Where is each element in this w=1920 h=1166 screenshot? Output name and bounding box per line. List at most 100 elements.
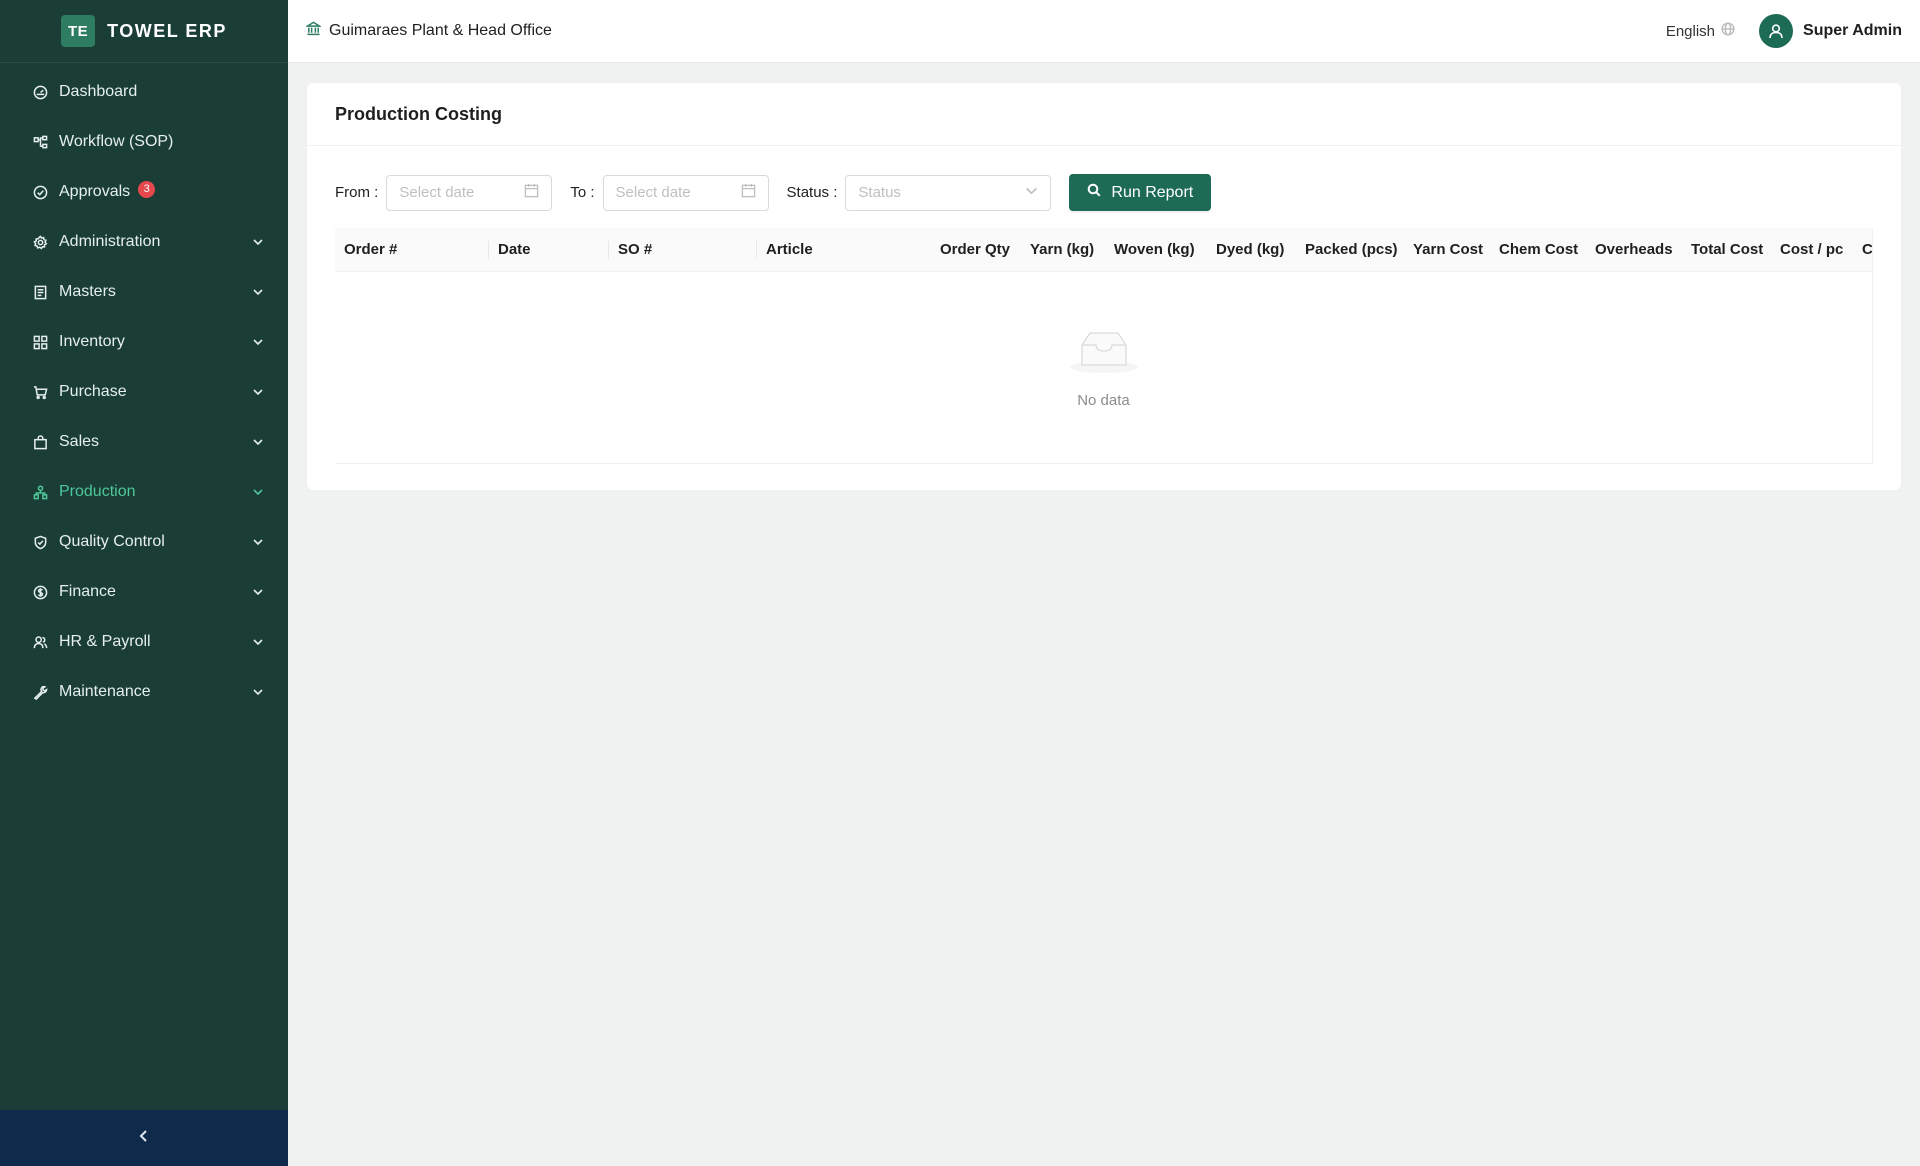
sidebar-item-label: Workflow (SOP) (59, 133, 174, 150)
status-label: Status : (786, 184, 838, 201)
sidebar-item-maintenance[interactable]: Maintenance (0, 667, 288, 717)
column-header-article[interactable]: Article (757, 228, 931, 272)
workflow-icon (32, 134, 48, 150)
column-header-dyed-kg[interactable]: Dyed (kg) (1207, 228, 1296, 272)
column-header-order-qty[interactable]: Order Qty (931, 228, 1021, 272)
company-name: Guimaraes Plant & Head Office (329, 22, 552, 39)
user-menu[interactable]: Super Admin (1759, 14, 1902, 48)
brand-logo: TE (61, 15, 96, 47)
sidebar-nav: Dashboard Workflow (SOP) Approvals 3 Adm… (0, 63, 288, 717)
column-header-so-no[interactable]: SO # (609, 228, 757, 272)
sidebar-item-workflow[interactable]: Workflow (SOP) (0, 117, 288, 167)
search-icon (1087, 183, 1101, 202)
sidebar-item-production[interactable]: Production (0, 467, 288, 517)
from-label: From : (335, 184, 379, 201)
from-date-picker[interactable]: Select date (386, 174, 553, 211)
column-header-overheads[interactable]: Overheads (1586, 228, 1682, 272)
sidebar-item-label: Production (59, 483, 136, 500)
language-label: English (1665, 22, 1716, 40)
table-header-row: Order # Date SO # Article Order Qty Yarn… (335, 228, 1872, 272)
company-selector[interactable]: Guimaraes Plant & Head Office (304, 21, 552, 41)
run-report-button[interactable]: Run Report (1069, 174, 1212, 211)
column-header-chem-cost[interactable]: Chem Cost (1490, 228, 1586, 272)
chevron-down-icon (252, 386, 264, 398)
chevron-down-icon (1025, 184, 1038, 201)
chevron-left-icon (137, 1129, 151, 1148)
sidebar-item-label: Inventory (59, 333, 125, 350)
chevron-down-icon (252, 236, 264, 248)
user-name: Super Admin (1803, 22, 1902, 39)
sidebar-item-administration[interactable]: Administration (0, 217, 288, 267)
page-title: Production Costing (307, 83, 1901, 146)
column-header-yarn-cost[interactable]: Yarn Cost (1404, 228, 1490, 272)
chevron-down-icon (252, 536, 264, 548)
sidebar-item-masters[interactable]: Masters (0, 267, 288, 317)
calendar-icon (524, 183, 539, 202)
sidebar-item-quality-control[interactable]: Quality Control (0, 517, 288, 567)
cluster-icon (32, 484, 48, 500)
book-icon (32, 284, 48, 300)
language-selector[interactable]: English (1666, 22, 1735, 40)
column-header-total-cost[interactable]: Total Cost (1682, 228, 1771, 272)
sidebar-item-approvals[interactable]: Approvals 3 (0, 167, 288, 217)
sidebar-item-label: Quality Control (59, 533, 165, 550)
sidebar-item-label: Administration (59, 233, 161, 250)
status-placeholder: Status (858, 184, 901, 201)
chevron-down-icon (252, 686, 264, 698)
column-header-packed-pcs[interactable]: Packed (pcs) (1296, 228, 1404, 272)
calendar-icon (741, 183, 756, 202)
globe-icon (1721, 22, 1735, 40)
sidebar-item-finance[interactable]: Finance (0, 567, 288, 617)
sidebar-item-purchase[interactable]: Purchase (0, 367, 288, 417)
column-header-date[interactable]: Date (489, 228, 609, 272)
dashboard-icon (32, 84, 48, 100)
empty-state-text: No data (1077, 392, 1130, 409)
sidebar-collapse-button[interactable] (0, 1110, 288, 1166)
chevron-down-icon (252, 436, 264, 448)
sidebar: TE TOWEL ERP Dashboard Workflow (SOP) Ap… (0, 0, 288, 1166)
bag-icon (32, 434, 48, 450)
column-header-truncated[interactable]: C (1853, 228, 1872, 272)
production-costing-card: Production Costing From : Select date To… (307, 83, 1901, 490)
sidebar-item-inventory[interactable]: Inventory (0, 317, 288, 367)
sidebar-item-label: Dashboard (59, 83, 138, 100)
chevron-down-icon (252, 336, 264, 348)
filter-bar: From : Select date To : Select date Stat… (335, 174, 1212, 211)
to-date-picker[interactable]: Select date (602, 174, 769, 211)
sidebar-item-hr-payroll[interactable]: HR & Payroll (0, 617, 288, 667)
sidebar-item-label: Sales (59, 433, 100, 450)
bank-icon (304, 21, 323, 41)
avatar (1759, 14, 1794, 48)
grid-icon (32, 334, 48, 350)
sidebar-item-sales[interactable]: Sales (0, 417, 288, 467)
column-header-cost-per-pc[interactable]: Cost / pc (1771, 228, 1853, 272)
sidebar-item-dashboard[interactable]: Dashboard (0, 67, 288, 117)
empty-inbox-icon (1068, 325, 1140, 380)
to-label: To : (570, 184, 595, 201)
column-header-order-no[interactable]: Order # (335, 228, 489, 272)
column-header-yarn-kg[interactable]: Yarn (kg) (1021, 228, 1105, 272)
cart-icon (32, 384, 48, 400)
chevron-down-icon (252, 486, 264, 498)
dollar-circle-icon (32, 584, 48, 600)
from-date-placeholder: Select date (399, 184, 475, 201)
run-report-label: Run Report (1111, 183, 1194, 201)
check-circle-icon (32, 184, 48, 200)
sidebar-item-label: Masters (59, 283, 116, 300)
brand[interactable]: TE TOWEL ERP (0, 0, 288, 63)
sidebar-item-label: HR & Payroll (59, 633, 151, 650)
sidebar-item-label: Maintenance (59, 683, 151, 700)
gear-icon (32, 234, 48, 250)
tool-icon (32, 684, 48, 700)
users-icon (32, 634, 48, 650)
sidebar-item-label: Purchase (59, 383, 127, 400)
to-date-placeholder: Select date (615, 184, 691, 201)
status-select[interactable]: Status (845, 174, 1052, 211)
top-header: Guimaraes Plant & Head Office English Su… (288, 0, 1920, 63)
column-header-woven-kg[interactable]: Woven (kg) (1105, 228, 1207, 272)
chevron-down-icon (252, 286, 264, 298)
chevron-down-icon (252, 636, 264, 648)
approvals-count-badge: 3 (138, 180, 156, 198)
shield-check-icon (32, 534, 48, 550)
brand-name: TOWEL ERP (107, 20, 227, 41)
